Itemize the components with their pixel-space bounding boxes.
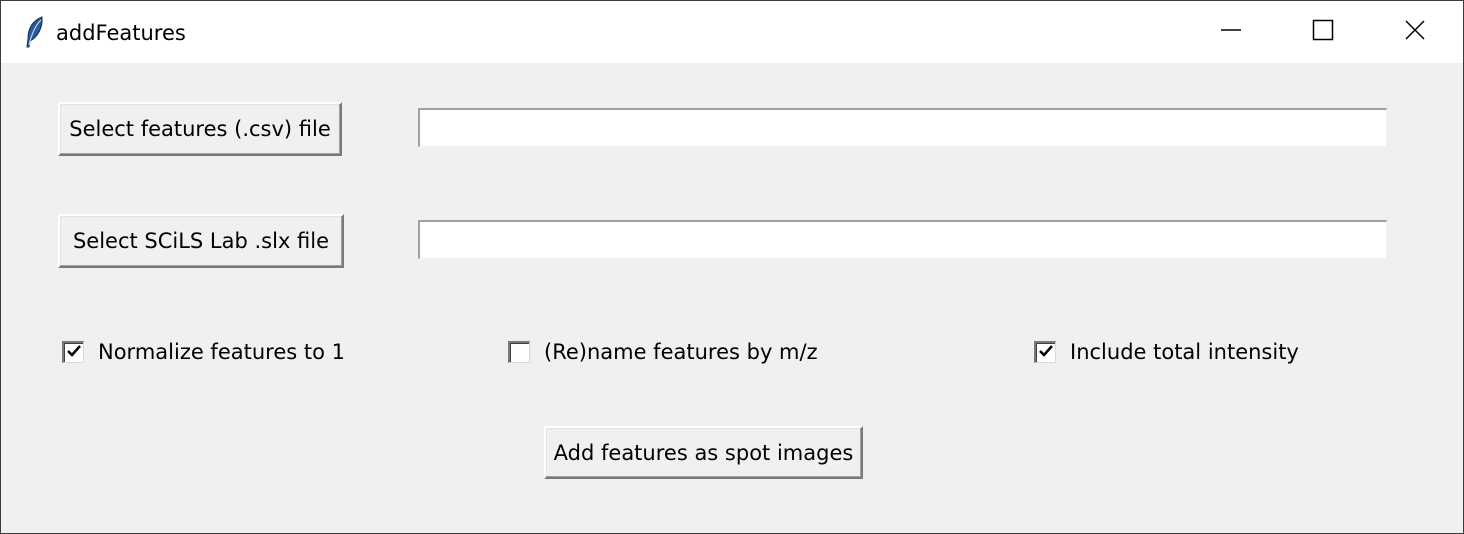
maximize-icon	[1312, 19, 1334, 45]
maximize-button[interactable]	[1277, 1, 1369, 63]
window-title: addFeatures	[56, 21, 186, 45]
select-slx-file-button[interactable]: Select SCiLS Lab .slx file	[58, 214, 344, 268]
slx-path-input[interactable]	[418, 220, 1387, 259]
include-total-intensity-checkbox[interactable]	[1034, 341, 1056, 363]
select-features-csv-button[interactable]: Select features (.csv) file	[58, 102, 342, 156]
include-total-intensity-label: Include total intensity	[1070, 340, 1299, 364]
close-icon	[1404, 19, 1426, 45]
title-bar[interactable]: addFeatures	[1, 1, 1463, 63]
include-total-intensity-option[interactable]: Include total intensity	[1034, 337, 1299, 367]
normalize-features-option[interactable]: Normalize features to 1	[62, 337, 345, 367]
checkmark-icon	[1038, 343, 1054, 363]
form-area: Select features (.csv) file Select SCiLS…	[1, 63, 1463, 533]
features-path-input[interactable]	[418, 108, 1387, 147]
select-features-csv-label: Select features (.csv) file	[69, 117, 331, 141]
rename-features-label: (Re)name features by m/z	[544, 340, 818, 364]
add-features-label: Add features as spot images	[553, 440, 854, 465]
minimize-button[interactable]	[1185, 1, 1277, 63]
rename-features-checkbox[interactable]	[508, 341, 530, 363]
checkmark-icon	[66, 343, 82, 363]
normalize-features-checkbox[interactable]	[62, 341, 84, 363]
minimize-icon	[1220, 19, 1242, 45]
app-window: addFeatures Select features (.csv) file	[0, 0, 1464, 534]
normalize-features-label: Normalize features to 1	[98, 340, 345, 364]
close-button[interactable]	[1369, 1, 1461, 63]
feather-icon	[23, 15, 47, 49]
rename-features-option[interactable]: (Re)name features by m/z	[508, 337, 818, 367]
add-features-button[interactable]: Add features as spot images	[544, 426, 863, 479]
select-slx-file-label: Select SCiLS Lab .slx file	[72, 229, 330, 253]
